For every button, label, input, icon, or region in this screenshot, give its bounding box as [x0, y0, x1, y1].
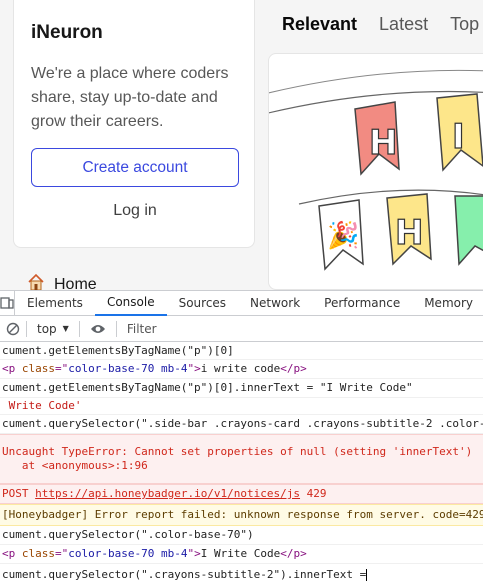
console-toolbar: top ▼	[0, 316, 483, 342]
home-icon	[26, 272, 46, 290]
console-line: cument.getElementsByTagName("p")[0]	[0, 342, 483, 360]
tab-relevant[interactable]: Relevant	[282, 14, 357, 35]
tab-elements[interactable]: Elements	[15, 291, 95, 316]
banner-letter-1: H	[369, 123, 397, 163]
banner-letter-3: H	[395, 213, 423, 253]
sidebar-item-label: Home	[54, 275, 97, 291]
live-expression-eye-icon[interactable]	[86, 323, 110, 335]
console-line: <p class="color-base-70 mb-4">i write co…	[0, 360, 483, 379]
create-account-button[interactable]: Create account	[31, 148, 239, 187]
tab-top[interactable]: Top	[450, 14, 479, 35]
context-value: top	[37, 321, 57, 336]
sidebar-card: iNeuron We're a place where coders share…	[13, 0, 255, 248]
screen: iNeuron We're a place where coders share…	[0, 0, 483, 583]
tab-performance[interactable]: Performance	[312, 291, 412, 316]
console-line: [Honeybadger] Error report failed: unkno…	[0, 504, 483, 526]
console-output: cument.getElementsByTagName("p")[0] <p cl…	[0, 342, 483, 583]
tab-latest[interactable]: Latest	[379, 14, 428, 35]
divider	[78, 320, 80, 337]
context-select[interactable]: top ▼	[33, 322, 73, 336]
chevron-down-icon: ▼	[62, 324, 69, 333]
text-cursor	[366, 569, 368, 581]
console-input[interactable]: cument.querySelector(".crayons-subtitle-…	[0, 564, 483, 583]
filter-input[interactable]	[126, 319, 347, 338]
community-description: We're a place where coders share, stay u…	[31, 65, 229, 130]
tab-console[interactable]: Console	[94, 291, 167, 316]
request-url-link[interactable]: https://api.honeybadger.io/v1/notices/js	[35, 487, 300, 500]
party-popper-icon: 🎉	[327, 220, 359, 251]
console-line: Write Code'	[0, 398, 483, 415]
divider	[115, 320, 117, 337]
console-line: cument.getElementsByTagName("p")[0].inne…	[0, 379, 483, 398]
device-toolbar-icon[interactable]	[0, 290, 15, 316]
banner-letter-2: I	[452, 117, 465, 157]
console-line: POST https://api.honeybadger.io/v1/notic…	[0, 484, 483, 504]
clear-console-icon[interactable]	[6, 322, 20, 336]
banner-illustration: H I 🎉 H	[269, 69, 483, 271]
console-line: Uncaught TypeError: Cannot set propertie…	[0, 434, 483, 484]
community-title: iNeuron	[31, 22, 103, 43]
tab-memory[interactable]: Memory	[412, 291, 483, 316]
sidebar-item-home[interactable]: Home	[26, 272, 97, 290]
devtools-tabbar: Elements Console Sources Network Perform…	[0, 290, 483, 316]
tab-sources[interactable]: Sources	[167, 291, 238, 316]
feed-tabs: Relevant Latest Top	[282, 14, 483, 35]
console-line: cument.querySelector(".color-base-70")	[0, 526, 483, 545]
console-line: <p class="color-base-70 mb-4">I Write Co…	[0, 545, 483, 564]
devtools-panel: Elements Console Sources Network Perform…	[0, 290, 483, 583]
console-line: cument.querySelector(".side-bar .crayons…	[0, 415, 483, 434]
website-viewport: iNeuron We're a place where coders share…	[0, 0, 483, 290]
tab-network[interactable]: Network	[238, 291, 312, 316]
divider	[26, 320, 27, 337]
featured-post-cover[interactable]: H I 🎉 H	[268, 53, 483, 290]
log-in-link[interactable]: Log in	[31, 202, 239, 220]
